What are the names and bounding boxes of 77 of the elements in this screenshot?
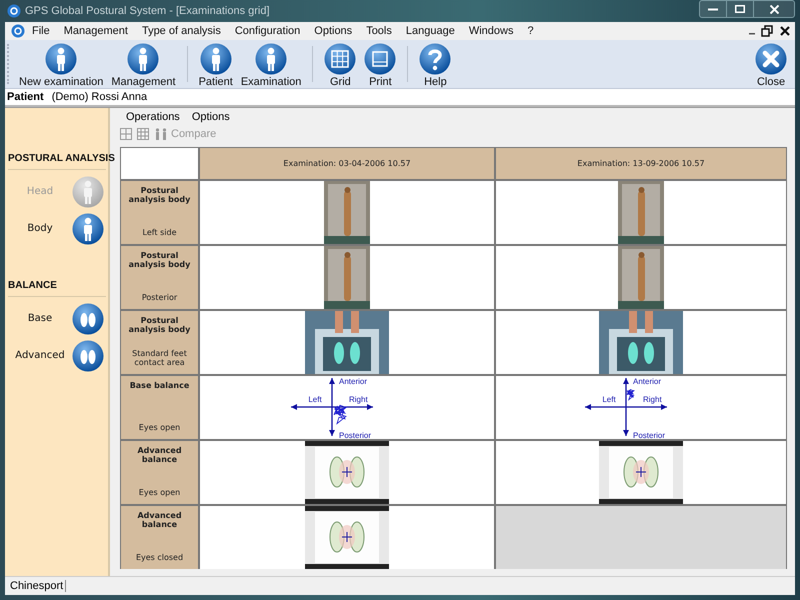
- toolbar-button[interactable]: Patient: [194, 40, 237, 88]
- axis-label: Anterior: [339, 376, 368, 386]
- close-button[interactable]: Close: [751, 40, 791, 88]
- sidebar-item[interactable]: Base: [8, 313, 72, 324]
- menu-item[interactable]: Operations: [120, 110, 186, 122]
- toolbar-button[interactable]: Management: [107, 40, 180, 88]
- minimize-icon: [708, 8, 718, 10]
- photo-placeholder: [618, 246, 664, 309]
- section-heading: BALANCE: [8, 280, 57, 291]
- grid-icon: [137, 128, 149, 140]
- photo-placeholder: [324, 181, 370, 244]
- people-icon: [154, 128, 168, 140]
- row-subtitle: Left side: [142, 228, 176, 237]
- toolbar-button[interactable]: Print: [360, 40, 400, 88]
- menu-item[interactable]: Options: [186, 110, 236, 122]
- menu-item[interactable]: Configuration: [228, 25, 308, 37]
- help-icon: [419, 42, 452, 74]
- photo-placeholder: [324, 246, 370, 309]
- person-icon: [45, 42, 78, 74]
- person-icon: [200, 42, 232, 74]
- restore-icon: [761, 25, 773, 37]
- row-subtitle: Eyes open: [138, 488, 180, 497]
- row-title: Postural analysis body: [128, 186, 192, 204]
- patient-name: (Demo) Rossi Anna: [52, 91, 148, 103]
- axis-label: Anterior: [633, 376, 662, 386]
- menu-item[interactable]: Tools: [359, 25, 399, 37]
- row-title: Advanced balance: [136, 446, 183, 464]
- close-icon: [770, 4, 778, 14]
- footprints-icon[interactable]: [72, 302, 104, 334]
- toolbar-button[interactable]: Help: [415, 40, 456, 88]
- axis-label: Right: [643, 394, 662, 404]
- close-icon: [755, 42, 787, 74]
- menu-item[interactable]: Management: [56, 25, 135, 37]
- footprints-icon[interactable]: [72, 340, 104, 372]
- person-icon[interactable]: [72, 212, 104, 244]
- menu-item[interactable]: Options: [307, 25, 360, 37]
- menu-item[interactable]: Language: [398, 25, 462, 37]
- row-subtitle: Eyes closed: [136, 553, 184, 562]
- row-subtitle: Eyes open: [138, 423, 180, 432]
- menu-item[interactable]: File: [25, 25, 57, 37]
- toolbar-button[interactable]: Grid: [320, 40, 360, 88]
- grid-icon: [120, 128, 132, 140]
- patient-label: Patient: [7, 91, 44, 103]
- photo-placeholder: [618, 181, 664, 244]
- row-title: Base balance: [130, 381, 190, 390]
- sidebar-item[interactable]: Advanced: [8, 350, 72, 361]
- axis-label: Left: [602, 394, 616, 404]
- status-text: Chinesport: [10, 580, 66, 592]
- maximize-icon: [735, 5, 745, 13]
- person-icon: [255, 42, 288, 74]
- menu-item[interactable]: Type of analysis: [134, 25, 228, 37]
- row-subtitle: Standard feet contact area: [131, 349, 188, 367]
- grid-icon: [324, 42, 356, 74]
- window-title: GPS Global Postural System - [Examinations grid]: [25, 5, 270, 17]
- section-heading: POSTURAL ANALYSIS: [8, 153, 115, 164]
- row-title: Postural analysis body: [128, 316, 192, 334]
- app-icon: [7, 4, 21, 18]
- column-header: Examination: 03-04-2006 10.57: [200, 148, 494, 179]
- row-subtitle: Posterior: [142, 293, 178, 302]
- toolbar-button[interactable]: Examination: [236, 40, 306, 88]
- menu-item[interactable]: ?: [520, 25, 541, 37]
- column-header: Examination: 13-09-2006 10.57: [496, 148, 786, 179]
- minimize-icon: [749, 33, 755, 35]
- close-icon: [779, 25, 791, 37]
- axis-label: Posterior: [339, 430, 372, 439]
- axis-label: Right: [349, 394, 368, 404]
- toolbar-button[interactable]: New examination: [15, 40, 108, 88]
- axis-label: Posterior: [633, 430, 666, 439]
- sidebar-item: Head: [26, 186, 54, 197]
- app-icon: [11, 24, 25, 38]
- row-title: Postural analysis body: [128, 251, 192, 269]
- sidebar-item[interactable]: Body: [8, 223, 72, 234]
- row-title: Advanced balance: [136, 511, 183, 529]
- menu-item[interactable]: Windows: [462, 25, 520, 37]
- axis-label: Left: [308, 394, 322, 404]
- document-icon: [364, 42, 396, 74]
- person-icon: [127, 42, 160, 74]
